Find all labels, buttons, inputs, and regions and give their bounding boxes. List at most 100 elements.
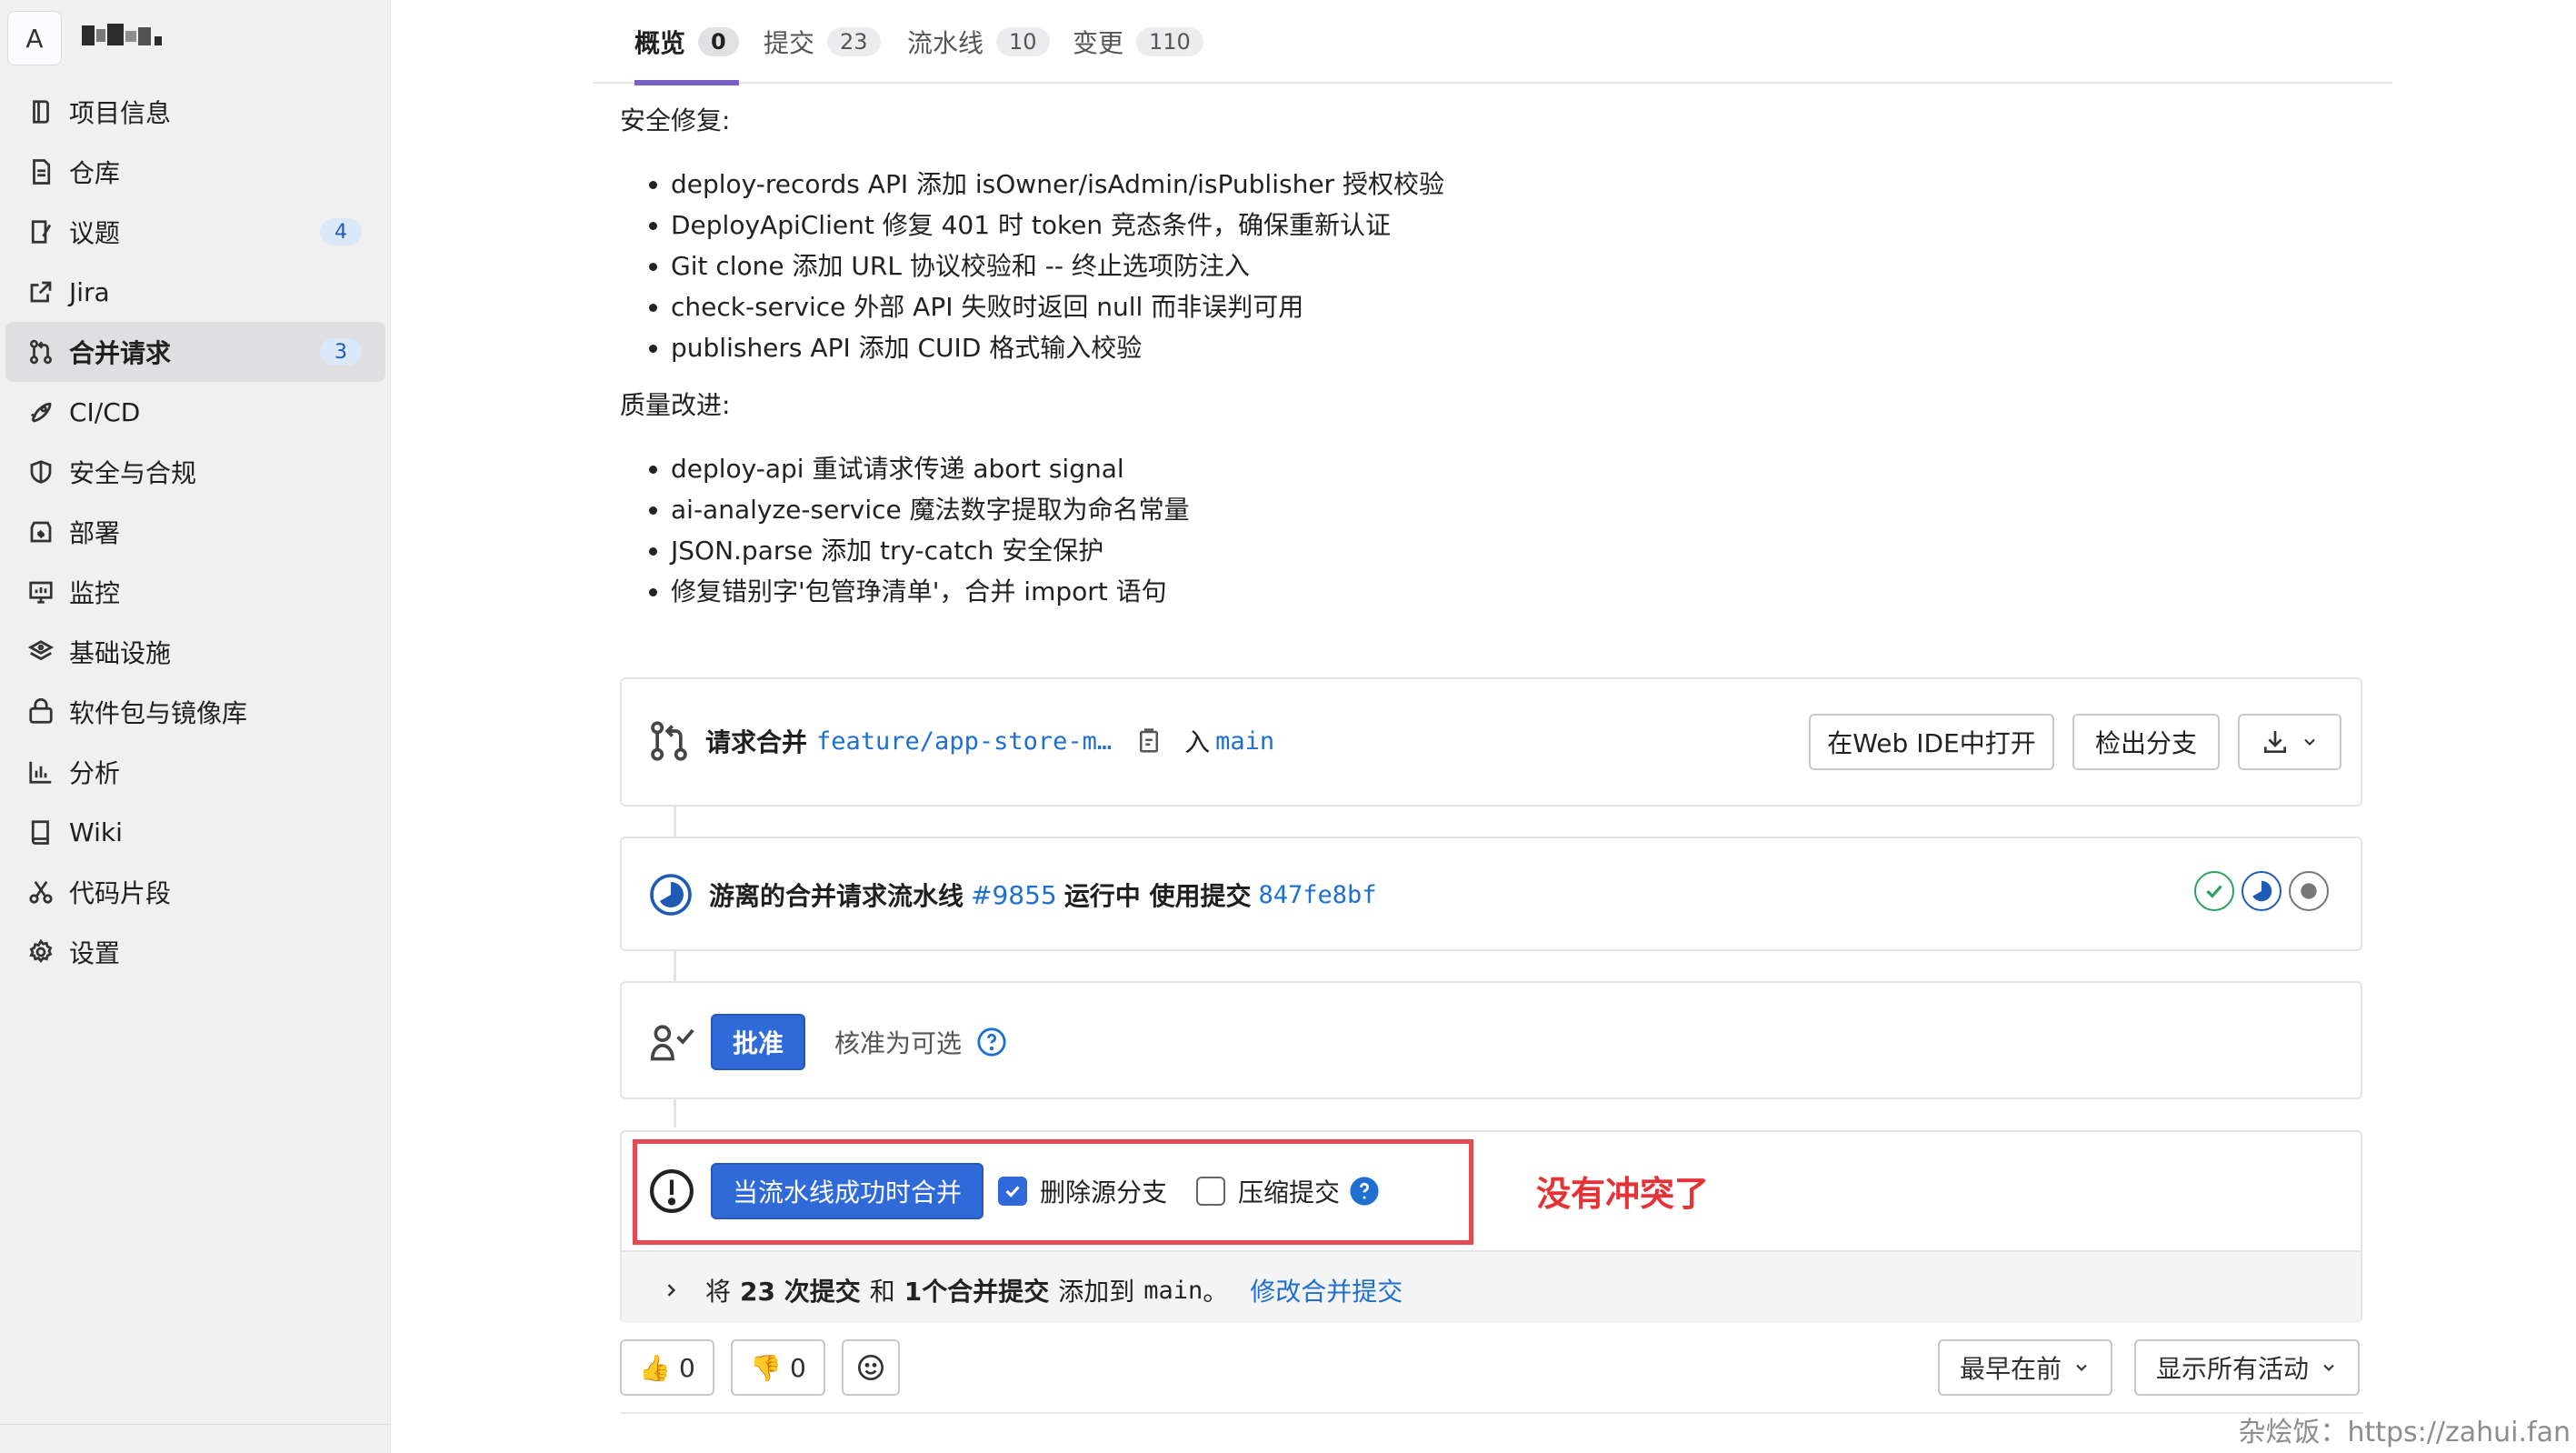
activity-filter-label: 显示所有活动 bbox=[2156, 1354, 2310, 1384]
mr-tabs: 概览 0 提交 23 流水线 10 变更 110 bbox=[593, 0, 2392, 85]
sidebar-item-repository[interactable]: 仓库 bbox=[5, 142, 385, 202]
mr-description: 安全修复: deploy-records API 添加 isOwner/isAd… bbox=[620, 98, 2347, 626]
sidebar: A 项目信息 仓库 议题 4 Jira 合并请求 3 CI/CD 安全与合规 部… bbox=[0, 0, 391, 1453]
open-web-ide-button[interactable]: 在Web IDE中打开 bbox=[1809, 714, 2054, 770]
sidebar-item-label: 仓库 bbox=[69, 158, 121, 188]
section-quality-title: 质量改进: bbox=[620, 390, 731, 420]
merge-requests-count-badge: 3 bbox=[320, 338, 362, 366]
sidebar-item-label: 项目信息 bbox=[69, 98, 172, 128]
no-conflict-annotation: 没有冲突了 bbox=[1536, 1174, 1710, 1214]
chevron-down-icon bbox=[2301, 733, 2319, 751]
merge-commit-count: 1个合并提交 bbox=[904, 1277, 1050, 1307]
tab-count: 23 bbox=[827, 27, 881, 56]
scissors-icon bbox=[25, 877, 56, 907]
tab-changes[interactable]: 变更 110 bbox=[1073, 0, 1203, 84]
list-item: Git clone 添加 URL 协议校验和 -- 终止选项防注入 bbox=[620, 246, 2347, 286]
merge-request-icon bbox=[649, 719, 689, 763]
sidebar-item-label: 议题 bbox=[69, 218, 121, 248]
repository-icon bbox=[25, 156, 56, 187]
add-reaction-button[interactable] bbox=[842, 1339, 900, 1396]
stage-passed-icon[interactable] bbox=[2194, 871, 2234, 911]
sidebar-item-settings[interactable]: 设置 bbox=[5, 922, 385, 982]
pipeline-running-icon[interactable] bbox=[649, 873, 693, 917]
list-item: ai-analyze-service 魔法数字提取为命名常量 bbox=[620, 489, 2347, 530]
sidebar-item-label: Jira bbox=[69, 276, 110, 307]
tab-count: 110 bbox=[1136, 27, 1203, 56]
help-icon[interactable] bbox=[976, 1027, 1007, 1057]
sidebar-item-jira[interactable]: Jira bbox=[5, 262, 385, 322]
summary-text: 添加到 bbox=[1058, 1277, 1135, 1307]
approvals-icon bbox=[649, 1020, 696, 1064]
copy-icon[interactable] bbox=[1135, 726, 1163, 756]
issues-count-badge: 4 bbox=[320, 218, 362, 246]
checkout-branch-button[interactable]: 检出分支 bbox=[2072, 714, 2220, 770]
shield-icon bbox=[25, 456, 56, 487]
book-icon bbox=[25, 817, 56, 847]
stage-pending-icon[interactable] bbox=[2289, 871, 2329, 911]
gear-icon bbox=[25, 937, 56, 967]
pipeline-id-link[interactable]: #9855 bbox=[971, 880, 1057, 910]
list-item: JSON.parse 添加 try-catch 安全保护 bbox=[620, 530, 2347, 571]
sidebar-item-wiki[interactable]: Wiki bbox=[5, 802, 385, 862]
project-header: A bbox=[0, 0, 391, 76]
modify-merge-commit-link[interactable]: 修改合并提交 bbox=[1250, 1272, 1403, 1308]
list-item: check-service 外部 API 失败时返回 null 而非误判可用 bbox=[620, 286, 2347, 327]
quality-list: deploy-api 重试请求传递 abort signal ai-analyz… bbox=[620, 448, 2347, 612]
sidebar-item-label: 代码片段 bbox=[69, 878, 172, 908]
project-name-blurred[interactable] bbox=[82, 18, 173, 55]
tab-pipelines[interactable]: 流水线 10 bbox=[907, 0, 1050, 84]
project-info-icon bbox=[25, 96, 56, 127]
sidebar-item-security[interactable]: 安全与合规 bbox=[5, 442, 385, 502]
approve-button[interactable]: 批准 bbox=[711, 1014, 805, 1070]
commit-sha-link[interactable]: 847fe8bf bbox=[1258, 881, 1376, 909]
merge-request-icon bbox=[25, 336, 56, 367]
tab-label: 概览 bbox=[634, 28, 686, 58]
branch-info-card: 请求合并 feature/app-store-m… 入 main 在Web ID… bbox=[620, 677, 2362, 807]
sidebar-item-cicd[interactable]: CI/CD bbox=[5, 382, 385, 442]
package-icon bbox=[25, 696, 56, 727]
sidebar-item-packages[interactable]: 软件包与镜像库 bbox=[5, 682, 385, 742]
sidebar-item-label: 安全与合规 bbox=[69, 458, 197, 488]
approval-card: 批准 核准为可选 bbox=[620, 981, 2362, 1099]
tab-count: 10 bbox=[996, 27, 1050, 56]
project-avatar[interactable]: A bbox=[7, 11, 62, 65]
sidebar-item-analytics[interactable]: 分析 bbox=[5, 742, 385, 802]
merge-commit-summary: 将 23 次提交 和 1个合并提交 添加到 main 。 修改合并提交 bbox=[622, 1250, 2361, 1323]
download-icon bbox=[2261, 727, 2290, 757]
sidebar-item-issues[interactable]: 议题 4 bbox=[5, 202, 385, 262]
sidebar-nav: 项目信息 仓库 议题 4 Jira 合并请求 3 CI/CD 安全与合规 部署 … bbox=[0, 82, 391, 982]
sidebar-item-snippets[interactable]: 代码片段 bbox=[5, 862, 385, 922]
tab-overview[interactable]: 概览 0 bbox=[634, 0, 739, 85]
monitor-icon bbox=[25, 576, 56, 607]
tab-label: 流水线 bbox=[907, 28, 984, 58]
download-dropdown-button[interactable] bbox=[2238, 714, 2341, 770]
sidebar-item-infrastructure[interactable]: 基础设施 bbox=[5, 622, 385, 682]
tab-count: 0 bbox=[698, 27, 739, 56]
security-fix-list: deploy-records API 添加 isOwner/isAdmin/is… bbox=[620, 164, 2347, 368]
section-security-title: 安全修复: bbox=[620, 105, 731, 135]
into-label: 入 bbox=[1184, 727, 1211, 757]
thumbs-up-button[interactable]: 👍 0 bbox=[620, 1339, 714, 1396]
sidebar-item-label: CI/CD bbox=[69, 396, 141, 427]
rocket-icon bbox=[25, 396, 56, 427]
target-branch-name: main bbox=[1143, 1276, 1203, 1305]
sidebar-item-project-info[interactable]: 项目信息 bbox=[5, 82, 385, 142]
activity-filter-dropdown[interactable]: 显示所有活动 bbox=[2134, 1339, 2360, 1396]
thumbs-down-button[interactable]: 👎 0 bbox=[731, 1339, 825, 1396]
chevron-right-icon[interactable] bbox=[662, 1281, 680, 1299]
sidebar-item-monitor[interactable]: 监控 bbox=[5, 562, 385, 622]
sidebar-item-label: Wiki bbox=[69, 817, 123, 847]
sort-order-dropdown[interactable]: 最早在前 bbox=[1938, 1339, 2112, 1396]
sidebar-item-deployments[interactable]: 部署 bbox=[5, 502, 385, 562]
stage-running-icon[interactable] bbox=[2242, 871, 2281, 911]
chart-icon bbox=[25, 757, 56, 787]
watermark: 杂烩饭：https://zahui.fan bbox=[2238, 1417, 2571, 1448]
tab-commits[interactable]: 提交 23 bbox=[764, 0, 881, 84]
list-item: deploy-api 重试请求传递 abort signal bbox=[620, 448, 2347, 489]
sidebar-item-label: 合并请求 bbox=[69, 338, 172, 368]
infrastructure-icon bbox=[25, 636, 56, 667]
target-branch-link[interactable]: main bbox=[1215, 727, 1274, 756]
source-branch-link[interactable]: feature/app-store-m… bbox=[816, 727, 1112, 756]
sidebar-item-merge-requests[interactable]: 合并请求 3 bbox=[5, 322, 385, 382]
list-item: DeployApiClient 修复 401 时 token 竞态条件，确保重新… bbox=[620, 205, 2347, 246]
